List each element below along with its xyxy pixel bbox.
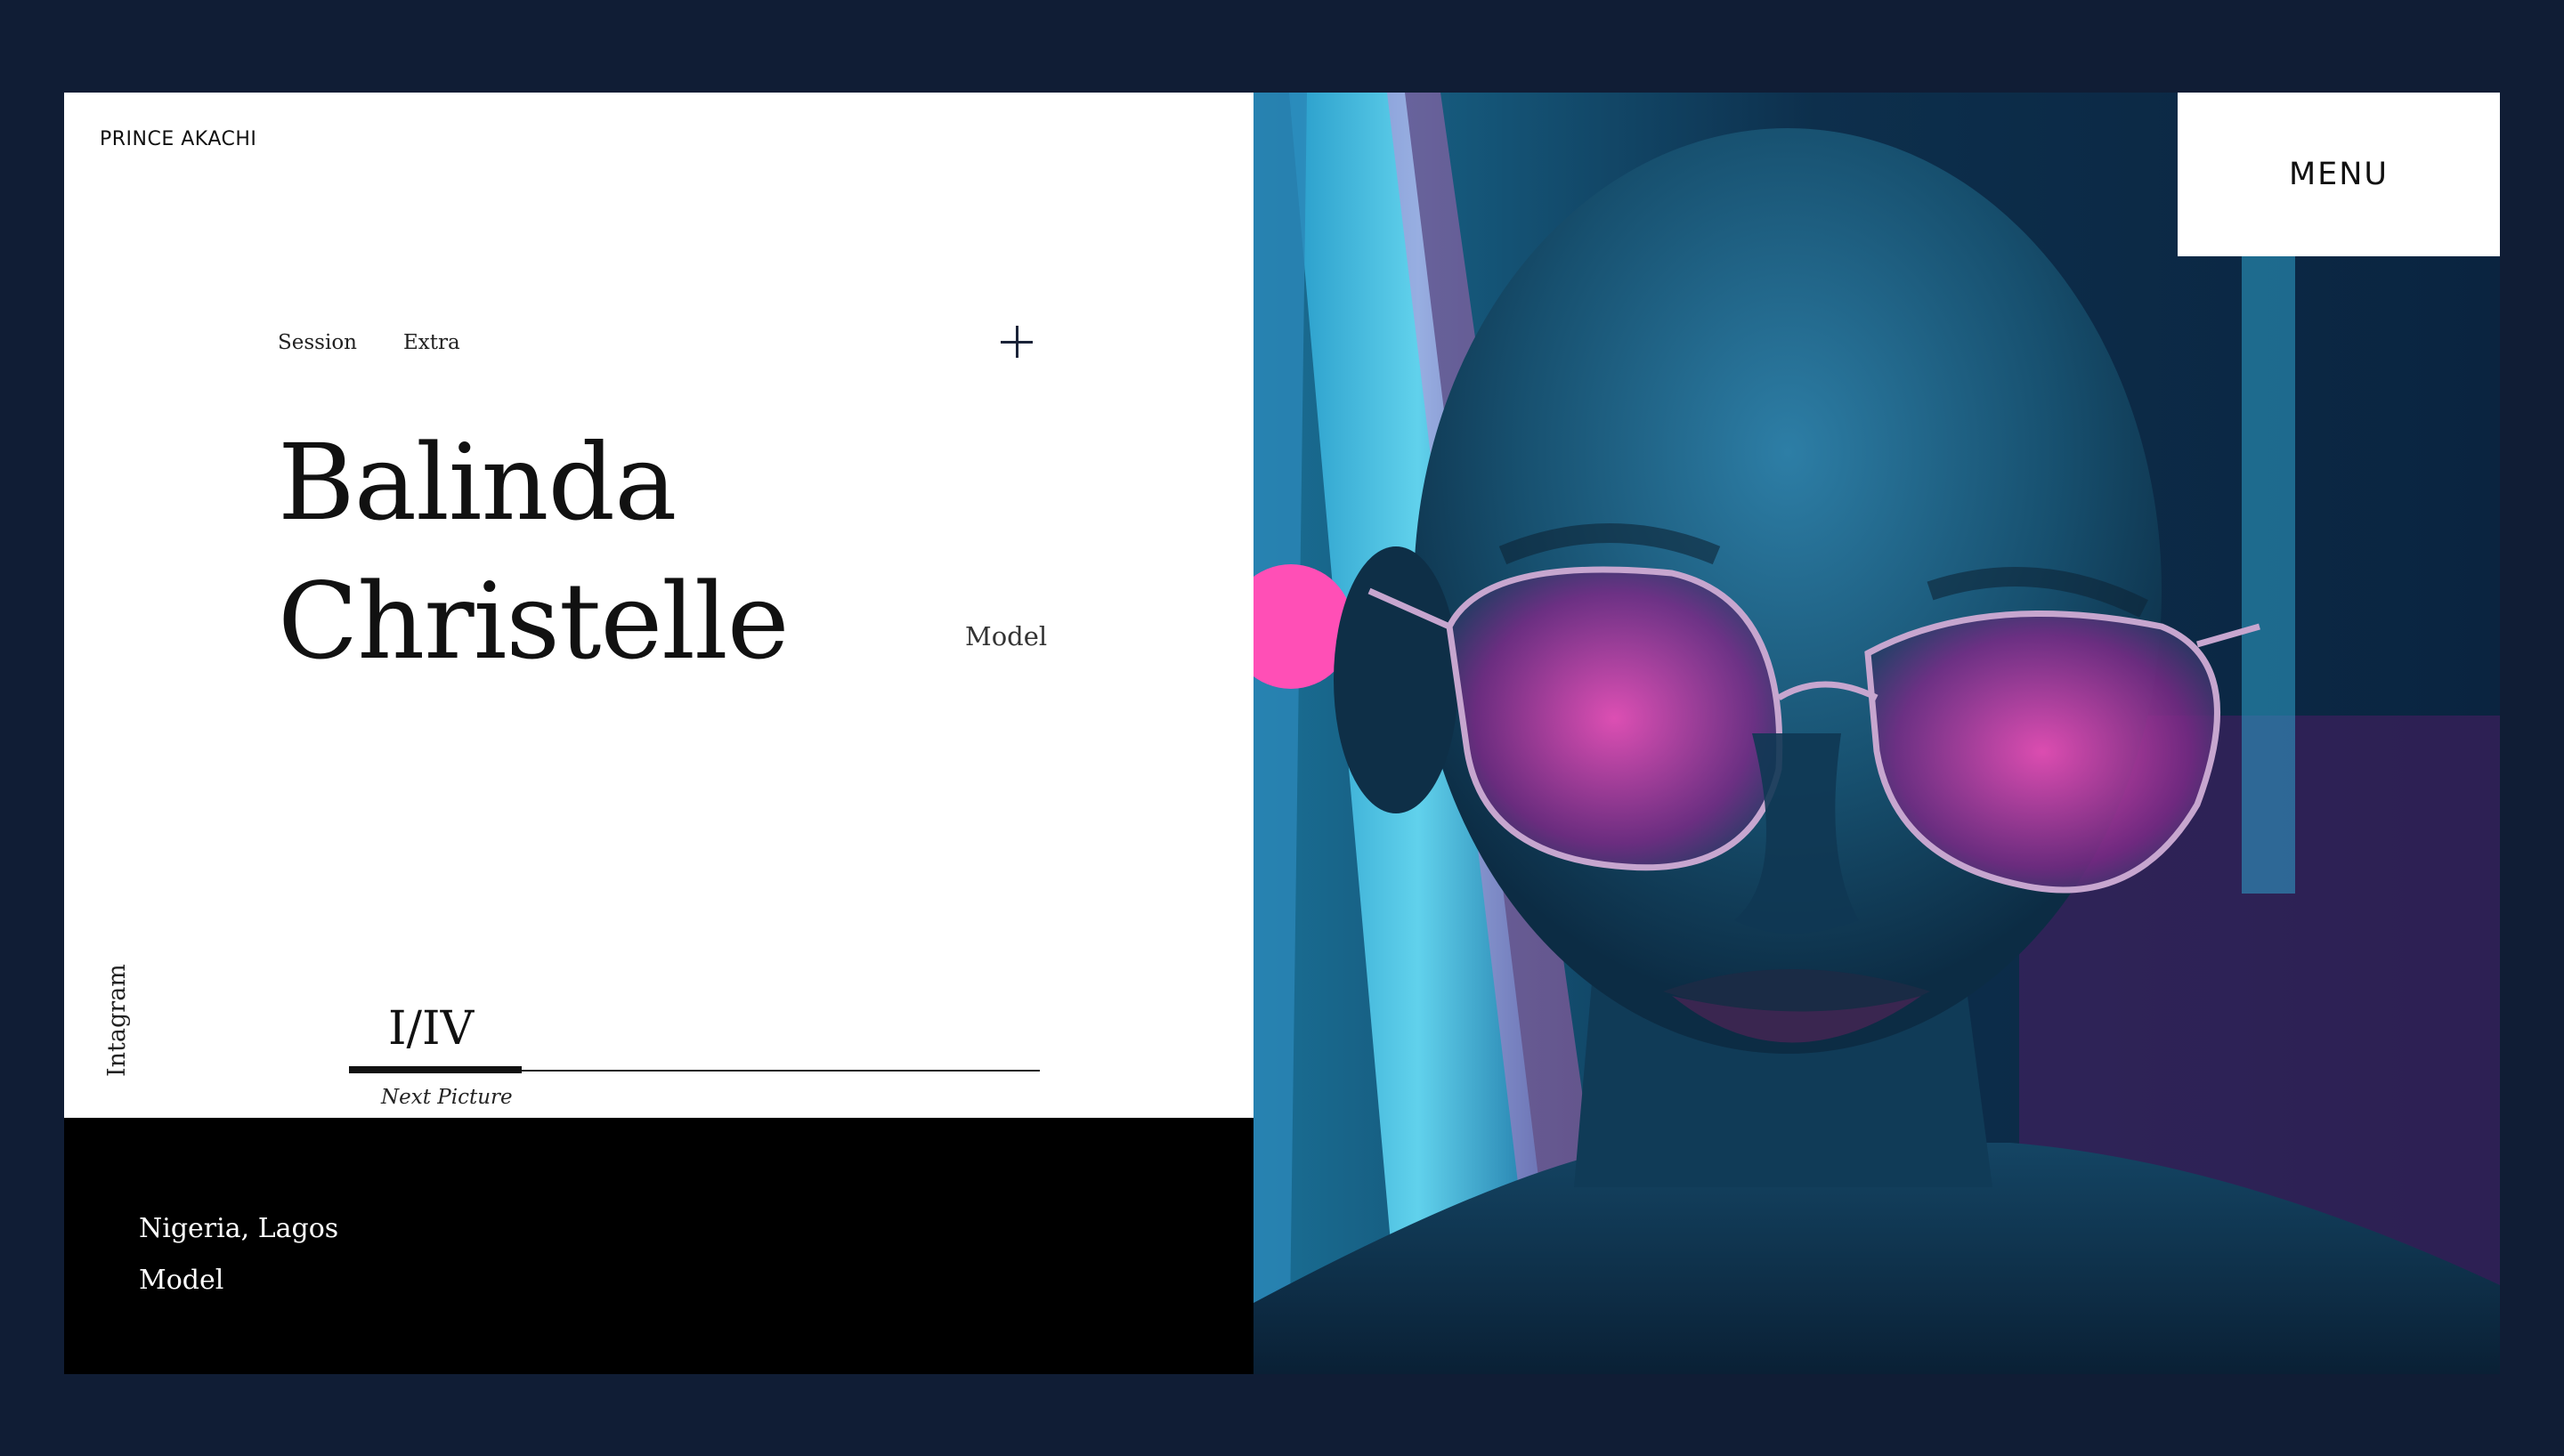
title-first-name: Balinda [278, 421, 677, 544]
subnav-extra[interactable]: Extra [403, 331, 460, 354]
menu-button[interactable]: MENU [2178, 93, 2500, 256]
model-portrait-image: MENU [1254, 93, 2500, 1374]
role-label: Model [965, 621, 1048, 651]
title-last-name: Christelle [278, 560, 790, 683]
instagram-link[interactable]: Intagram [103, 964, 131, 1077]
profile-panel: PRINCE AKACHI Session Extra Balinda Chri… [64, 93, 1254, 1118]
subnav-session[interactable]: Session [278, 331, 357, 354]
portrait-illustration [1254, 93, 2500, 1374]
page-title: Balinda Christelle [278, 413, 790, 691]
page-frame: PRINCE AKACHI Session Extra Balinda Chri… [64, 93, 2500, 1374]
slider-progress [349, 1066, 522, 1073]
slide-counter: I/IV [388, 1002, 475, 1056]
plus-icon[interactable] [1001, 326, 1033, 358]
sub-navigation: Session Extra [278, 331, 460, 354]
brand-logo[interactable]: PRINCE AKACHI [100, 128, 256, 150]
footer-role-text: Model [139, 1265, 224, 1296]
info-footer: Nigeria, Lagos Model [64, 1118, 1254, 1374]
location-text: Nigeria, Lagos [139, 1213, 339, 1244]
next-picture-button[interactable]: Next Picture [381, 1086, 513, 1109]
footer-info: Nigeria, Lagos Model [139, 1203, 338, 1306]
